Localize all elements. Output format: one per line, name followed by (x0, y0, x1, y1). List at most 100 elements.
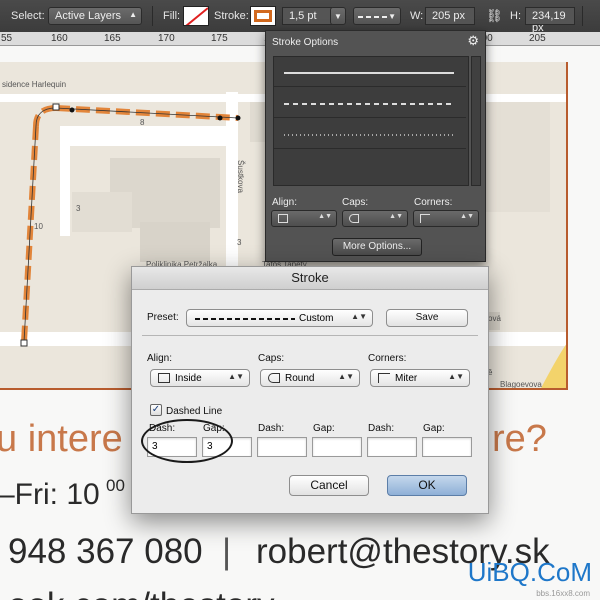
gear-icon[interactable]: ⚙ (467, 33, 479, 49)
align-label: Align: (147, 353, 173, 364)
preset-dropdown[interactable]: Custom ▲▼ (186, 309, 373, 327)
round-cap-icon (349, 214, 359, 223)
phone-text: 948 367 080 (8, 532, 203, 571)
ruler-tick: 165 (104, 33, 121, 44)
dash-field-3[interactable] (367, 437, 417, 457)
dialog-title: Stroke (132, 267, 488, 290)
select-dropdown[interactable]: Active Layers ▲ (48, 7, 142, 25)
dotted-line-icon (284, 134, 454, 136)
chevron-down-icon: ▲▼ (460, 213, 474, 220)
fill-swatch[interactable] (183, 6, 209, 26)
ruler-tick: 160 (51, 33, 68, 44)
caps-dropdown[interactable]: ▲▼ (342, 210, 408, 227)
dashed-line-icon (195, 318, 295, 320)
align-dropdown[interactable]: ▲▼ (271, 210, 337, 227)
options-bar: Select: Active Layers ▲ Fill: Stroke: 1,… (0, 0, 600, 34)
map-label: Šustkova (235, 160, 245, 193)
more-options-button[interactable]: More Options... (332, 238, 422, 256)
map-label: 3 (237, 238, 242, 247)
ruler-tick: 205 (529, 33, 546, 44)
align-inside-icon (158, 373, 170, 383)
dashed-line-checkbox[interactable]: ✓ (150, 404, 162, 416)
gap-field-3[interactable] (422, 437, 472, 457)
heading-text-left: u intere (0, 418, 123, 460)
dash-field-2[interactable] (257, 437, 307, 457)
save-button[interactable]: Save (386, 309, 468, 327)
ruler-tick: 55 (1, 33, 13, 44)
chevron-down-icon: ▲▼ (389, 213, 403, 220)
corners-label: Corners: (414, 197, 453, 208)
caps-label: Caps: (342, 197, 369, 208)
width-label: W: (410, 10, 424, 22)
gap-field-2[interactable] (312, 437, 362, 457)
round-cap-icon (268, 373, 280, 383)
hours-superscript: 00 (106, 476, 125, 495)
chevron-down-icon: ▲ (129, 10, 137, 19)
preset-dotted[interactable] (274, 119, 466, 149)
dash-style-dropdown[interactable]: ▼ (353, 7, 401, 25)
align-dropdown[interactable]: Inside ▲▼ (150, 369, 250, 387)
dashed-line-label: Dashed Line (166, 406, 223, 417)
cancel-button[interactable]: Cancel (289, 475, 369, 496)
stroke-dialog: Stroke Preset: Custom ▲▼ Save Align: Cap… (131, 266, 489, 514)
link-icon[interactable]: ⛓ (486, 8, 503, 24)
width-field[interactable]: 205 px (425, 7, 475, 25)
map-label: 3 (76, 204, 81, 213)
chevron-down-icon: ▼ (388, 12, 396, 21)
dash-label: Dash: (258, 423, 285, 434)
align-inside-icon (278, 214, 288, 223)
miter-corner-icon (420, 214, 430, 223)
divider-text: | (222, 532, 232, 571)
stroke-options-panel: Stroke Options ⚙ Align: Caps: Corners: ▲… (265, 30, 486, 262)
stroke-label: Stroke: (214, 10, 249, 22)
select-value: Active Layers (55, 10, 122, 22)
chevron-down-icon: ▲▼ (318, 213, 332, 220)
chevron-down-icon: ▼ (334, 12, 342, 21)
height-field[interactable]: 234,19 px (525, 7, 575, 34)
ruler-tick: 175 (211, 33, 228, 44)
preset-value: Custom (299, 313, 334, 324)
chevron-down-icon: ▲▼ (228, 372, 244, 381)
corners-dropdown[interactable]: ▲▼ (413, 210, 479, 227)
caps-dropdown[interactable]: Round ▲▼ (260, 369, 360, 387)
miter-corner-icon (378, 373, 390, 383)
ruler-tick: 170 (158, 33, 175, 44)
preset-label: Preset: (147, 312, 179, 323)
stroke-width-field[interactable]: 1,5 pt (282, 7, 332, 25)
watermark-url: bbs.16xx8.com (536, 589, 590, 598)
no-fill-icon (185, 7, 208, 25)
stroke-color-icon (254, 10, 272, 22)
preset-solid[interactable] (274, 57, 466, 87)
dashed-line-icon (284, 103, 454, 105)
chevron-down-icon: ▲▼ (448, 372, 464, 381)
gap-label: Gap: (313, 423, 335, 434)
scrollbar[interactable] (471, 56, 481, 186)
select-label: Select: (11, 10, 45, 22)
hours-text: –Fri: 10 (0, 478, 100, 511)
align-value: Inside (175, 373, 202, 384)
solid-line-icon (284, 72, 454, 74)
map-label: ová (488, 314, 501, 323)
map-label: sidence Harlequin (2, 80, 67, 89)
divider (142, 335, 478, 336)
url-text: ook.com/thestory (8, 586, 275, 600)
heading-text-right: re? (492, 418, 547, 460)
highlight-circle (141, 419, 233, 463)
gap-label: Gap: (423, 423, 445, 434)
divider (152, 6, 153, 26)
align-label: Align: (272, 197, 298, 208)
preset-dashed[interactable] (274, 88, 466, 118)
map-label: 10 (34, 222, 43, 231)
stroke-preset-list (273, 56, 469, 186)
stroke-width-dropdown[interactable]: ▼ (330, 7, 346, 25)
chevron-down-icon: ▲▼ (338, 372, 354, 381)
map-label: Blagoevova (500, 380, 542, 389)
stroke-swatch[interactable] (250, 6, 276, 26)
ok-button[interactable]: OK (387, 475, 467, 496)
corners-dropdown[interactable]: Miter ▲▼ (370, 369, 470, 387)
caps-value: Round (285, 373, 315, 384)
caps-label: Caps: (258, 353, 285, 364)
corners-value: Miter (395, 373, 418, 384)
height-label: H: (510, 10, 521, 22)
corners-label: Corners: (368, 353, 407, 364)
